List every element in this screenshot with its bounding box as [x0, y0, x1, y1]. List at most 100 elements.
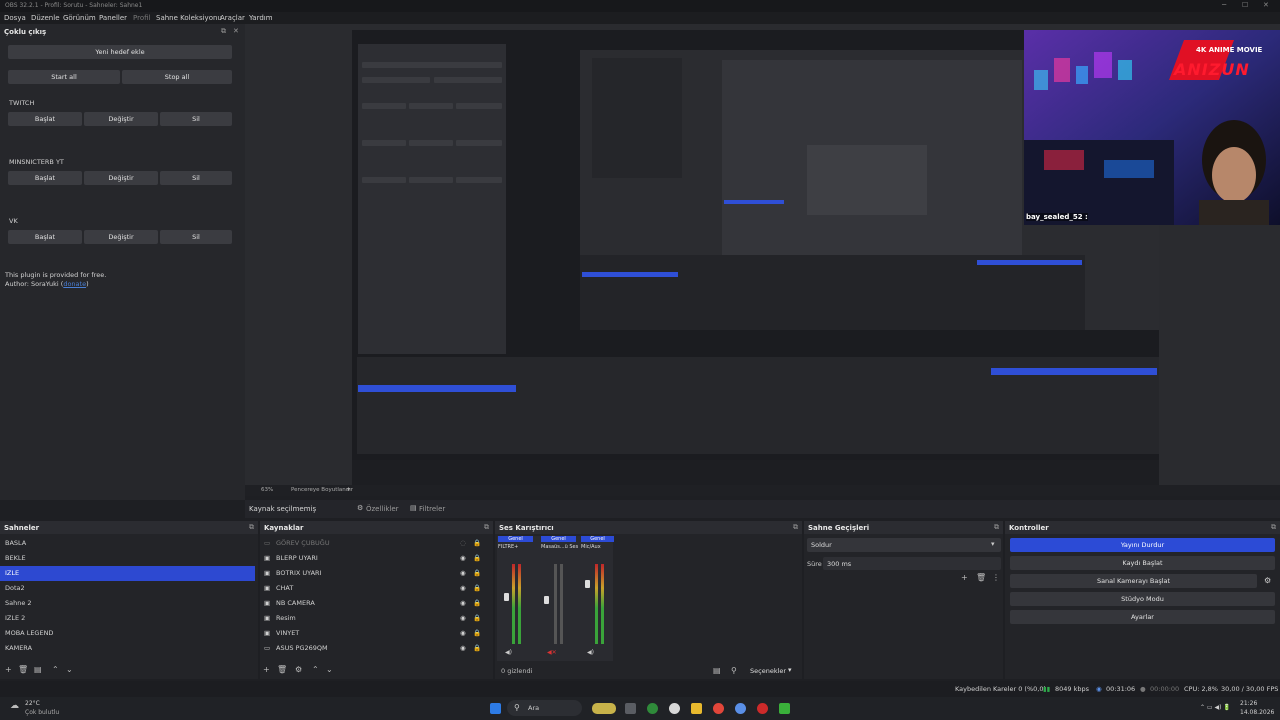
minimize-icon[interactable]: ─: [1222, 1, 1226, 9]
close-icon[interactable]: ✕: [1263, 1, 1269, 9]
layout-icon[interactable]: ▤: [713, 666, 721, 675]
add-icon[interactable]: +: [5, 665, 12, 674]
chevron-up-icon[interactable]: ⌃: [52, 665, 59, 674]
scene-item[interactable]: IZLE 2: [0, 611, 258, 626]
menu-scene-collection[interactable]: Sahne Koleksiyonu: [156, 14, 222, 22]
stop-all-button[interactable]: Stop all: [122, 70, 232, 84]
menu-view[interactable]: Görünüm: [63, 14, 96, 22]
zoom-level[interactable]: 63%: [261, 487, 273, 493]
trash-icon[interactable]: 🗑: [18, 665, 28, 674]
filters-button[interactable]: Filtreler: [419, 505, 445, 513]
lock-icon[interactable]: 🔒: [473, 626, 481, 641]
eye-icon[interactable]: ◉: [460, 581, 466, 596]
duration-input[interactable]: 300 ms: [823, 557, 1001, 570]
maximize-icon[interactable]: ☐: [1242, 1, 1248, 9]
eye-icon[interactable]: ◉: [460, 566, 466, 581]
close-dock-icon[interactable]: ✕: [233, 27, 239, 35]
chevron-down-icon[interactable]: ▾: [788, 666, 792, 674]
target-delete-button[interactable]: Sil: [160, 112, 232, 126]
studio-mode-button[interactable]: Stüdyo Modu: [1010, 592, 1275, 606]
scene-item[interactable]: Dota2: [0, 581, 258, 596]
options-button[interactable]: Seçenekler: [750, 667, 786, 675]
chevron-down-icon[interactable]: ⌄: [326, 665, 333, 674]
trash-icon[interactable]: 🗑: [277, 665, 287, 674]
lock-icon[interactable]: 🔒: [473, 641, 481, 656]
gear-app-icon[interactable]: [735, 703, 746, 714]
properties-button[interactable]: Özellikler: [366, 505, 399, 513]
more-icon[interactable]: ⋮: [992, 573, 1000, 582]
start-recording-button[interactable]: Kaydı Başlat: [1010, 556, 1275, 570]
lock-icon[interactable]: 🔒: [473, 551, 481, 566]
start-virtual-camera-button[interactable]: Sanal Kamerayı Başlat: [1010, 574, 1257, 588]
channel-name[interactable]: Masaüs...ü Ses: [541, 544, 579, 550]
settings-app-icon[interactable]: [669, 703, 680, 714]
menu-profile[interactable]: Profil: [133, 14, 150, 22]
xbox-icon[interactable]: [647, 703, 658, 714]
clock-date[interactable]: 14.08.2026: [1240, 709, 1274, 716]
fit-window-option[interactable]: Pencereye Boyutlandır: [291, 487, 353, 493]
lock-icon[interactable]: 🔒: [473, 611, 481, 626]
scene-item[interactable]: Sahne 2: [0, 596, 258, 611]
play-icon[interactable]: [779, 703, 790, 714]
gear-icon[interactable]: ⚙: [295, 665, 302, 674]
menu-file[interactable]: Dosya: [4, 14, 26, 22]
source-item[interactable]: ▣ CHAT ◉ 🔒: [260, 581, 493, 596]
chevron-up-icon[interactable]: ⌃: [312, 665, 319, 674]
filter-icon[interactable]: ▤: [34, 665, 42, 674]
donate-link[interactable]: donate: [63, 280, 86, 288]
source-item[interactable]: ▣ VINYET ◉ 🔒: [260, 626, 493, 641]
settings-button[interactable]: Ayarlar: [1010, 610, 1275, 624]
eye-icon[interactable]: ◉: [460, 611, 466, 626]
speaker-icon[interactable]: ◀): [587, 649, 594, 656]
windows-start-icon[interactable]: [490, 703, 501, 714]
source-item[interactable]: ▭ ASUS PG269QM ◉ 🔒: [260, 641, 493, 656]
taskbar-search[interactable]: ⚲ Ara: [507, 700, 582, 716]
scene-item[interactable]: KAMERA: [0, 641, 258, 656]
scene-item[interactable]: BEKLE: [0, 551, 258, 566]
channel-name[interactable]: FILTRE+: [498, 544, 538, 550]
menu-tools[interactable]: Araçlar: [220, 14, 245, 22]
stop-streaming-button[interactable]: Yayını Durdur: [1010, 538, 1275, 552]
gear-icon[interactable]: ⚙: [1264, 576, 1271, 585]
widget-icon[interactable]: [592, 703, 616, 714]
target-start-button[interactable]: Başlat: [8, 230, 82, 244]
weather-temp[interactable]: 22°C: [25, 700, 40, 707]
system-tray-icons[interactable]: ⌃ ▭ ◀) 🔋: [1200, 704, 1231, 711]
lock-icon[interactable]: 🔒: [473, 536, 481, 551]
target-edit-button[interactable]: Değiştir: [84, 230, 158, 244]
dock-menu-icon[interactable]: ⧉: [249, 523, 254, 532]
target-start-button[interactable]: Başlat: [8, 112, 82, 126]
add-target-button[interactable]: Yeni hedef ekle: [8, 45, 232, 59]
scene-item-selected[interactable]: IZLE: [0, 566, 255, 581]
volume-slider-handle[interactable]: [585, 580, 590, 588]
eye-off-icon[interactable]: ◌: [460, 536, 466, 551]
scene-item[interactable]: MOBA LEGEND: [0, 626, 258, 641]
start-all-button[interactable]: Start all: [8, 70, 120, 84]
menu-docks[interactable]: Paneller: [99, 14, 127, 22]
clock-time[interactable]: 21:26: [1240, 700, 1257, 707]
target-start-button[interactable]: Başlat: [8, 171, 82, 185]
eye-icon[interactable]: ◉: [460, 626, 466, 641]
add-icon[interactable]: +: [961, 573, 968, 582]
weather-desc[interactable]: Çok bulutlu: [25, 709, 59, 716]
lock-icon[interactable]: 🔒: [473, 581, 481, 596]
eye-icon[interactable]: ◉: [460, 551, 466, 566]
transition-select[interactable]: Soldur ▾: [807, 538, 1001, 552]
lock-icon[interactable]: 🔒: [473, 566, 481, 581]
source-item[interactable]: ▣ BOTRIX UYARI ◉ 🔒: [260, 566, 493, 581]
channel-name[interactable]: Mic/Aux: [581, 544, 613, 550]
dock-menu-icon[interactable]: ⧉: [484, 523, 489, 532]
target-delete-button[interactable]: Sil: [160, 230, 232, 244]
speaker-icon[interactable]: ◀): [505, 649, 512, 656]
source-item[interactable]: ▣ Resim ◉ 🔒: [260, 611, 493, 626]
trash-icon[interactable]: 🗑: [976, 573, 986, 582]
dock-menu-icon[interactable]: ⧉: [994, 523, 999, 532]
target-edit-button[interactable]: Değiştir: [84, 112, 158, 126]
source-item[interactable]: ▣ BLERP UYARI ◉ 🔒: [260, 551, 493, 566]
link-icon[interactable]: ⚲: [731, 666, 737, 675]
eye-icon[interactable]: ◉: [460, 641, 466, 656]
folder-icon[interactable]: [691, 703, 702, 714]
dock-menu-icon[interactable]: ⧉: [1271, 523, 1276, 532]
menu-help[interactable]: Yardım: [249, 14, 273, 22]
scene-item[interactable]: BASLA: [0, 536, 258, 551]
